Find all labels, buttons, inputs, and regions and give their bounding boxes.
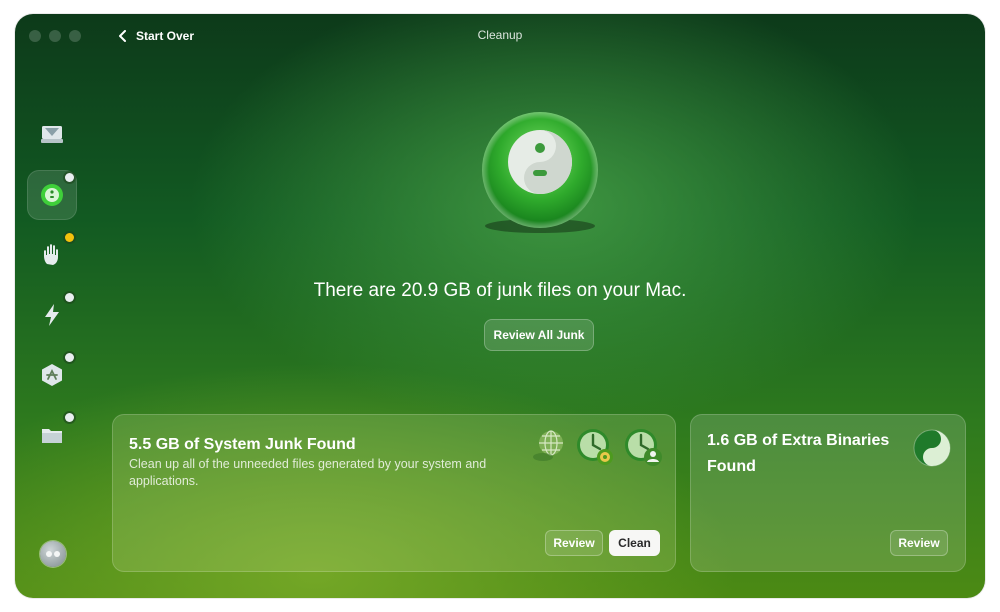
cleanup-icon (41, 184, 63, 206)
hand-icon (44, 244, 58, 265)
review-button[interactable]: Review (545, 530, 603, 556)
card-description: Clean up all of the unneeded files gener… (129, 457, 487, 488)
sidebar-item-protection[interactable] (27, 230, 77, 280)
sidebar-item-my-clutter[interactable] (27, 410, 77, 460)
binaries-icon (913, 429, 951, 467)
status-badge (65, 353, 74, 362)
cleanup-disc-icon (482, 112, 598, 233)
app-window: Start Over Cleanup There are 20.9 GB of … (15, 14, 985, 598)
status-badge (65, 173, 74, 182)
junk-summary-headline: There are 20.9 GB of junk files on your … (313, 280, 687, 301)
globe-icon (533, 430, 563, 461)
system-junk-card: 5.5 GB of System Junk Found Clean up all… (112, 414, 676, 572)
apps-icon (42, 364, 62, 386)
card-title: 5.5 GB of System Junk Found (129, 436, 356, 453)
folder-icon (42, 429, 62, 443)
review-button[interactable]: Review (890, 530, 948, 556)
sidebar-item-cleanup[interactable] (27, 170, 77, 220)
card-icon-group (527, 426, 663, 468)
clock-gear-icon (577, 429, 613, 465)
warning-badge (65, 233, 74, 242)
monitor-icon (41, 126, 63, 143)
clean-button[interactable]: Clean (609, 530, 660, 556)
sidebar-item-dashboard[interactable] (27, 110, 77, 160)
assistant-icon[interactable] (40, 541, 66, 567)
sidebar-item-applications[interactable] (27, 350, 77, 400)
status-badge (65, 413, 74, 422)
extra-binaries-card: 1.6 GB of Extra Binaries Found Review (690, 414, 966, 572)
review-all-junk-button[interactable]: Review All Junk (484, 319, 594, 351)
card-title: 1.6 GB of Extra Binaries Found (707, 432, 890, 475)
clock-user-icon (625, 429, 662, 466)
window-title: Cleanup (477, 28, 523, 42)
lightning-icon (45, 304, 59, 326)
